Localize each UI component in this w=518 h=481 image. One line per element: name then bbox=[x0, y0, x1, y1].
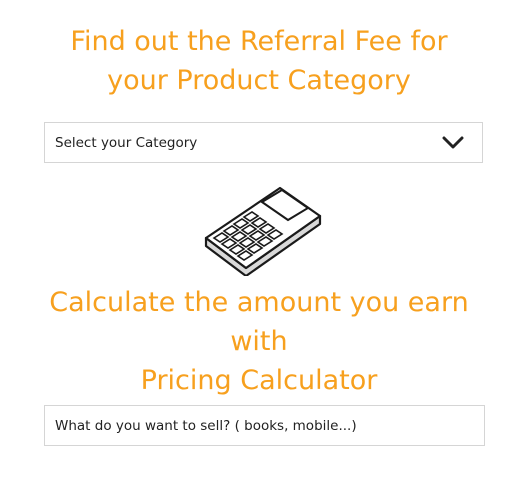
chevron-down-icon bbox=[442, 136, 464, 149]
referral-fee-heading-line1: Find out the Referral Fee for bbox=[70, 26, 448, 57]
pricing-calculator-heading: Calculate the amount you earn with Prici… bbox=[0, 283, 518, 400]
pricing-calculator-heading-line2: with bbox=[230, 326, 288, 357]
referral-fee-heading: Find out the Referral Fee for your Produ… bbox=[0, 22, 518, 100]
referral-fee-heading-line2: your Product Category bbox=[107, 65, 411, 96]
product-search-input[interactable] bbox=[55, 417, 484, 434]
calculator-icon bbox=[204, 186, 322, 276]
pricing-calculator-heading-line1: Calculate the amount you earn bbox=[49, 287, 469, 318]
category-select-label: Select your Category bbox=[55, 134, 198, 151]
product-search-box bbox=[44, 405, 485, 446]
pricing-calculator-heading-line3: Pricing Calculator bbox=[140, 365, 378, 396]
category-select[interactable]: Select your Category bbox=[44, 122, 483, 163]
